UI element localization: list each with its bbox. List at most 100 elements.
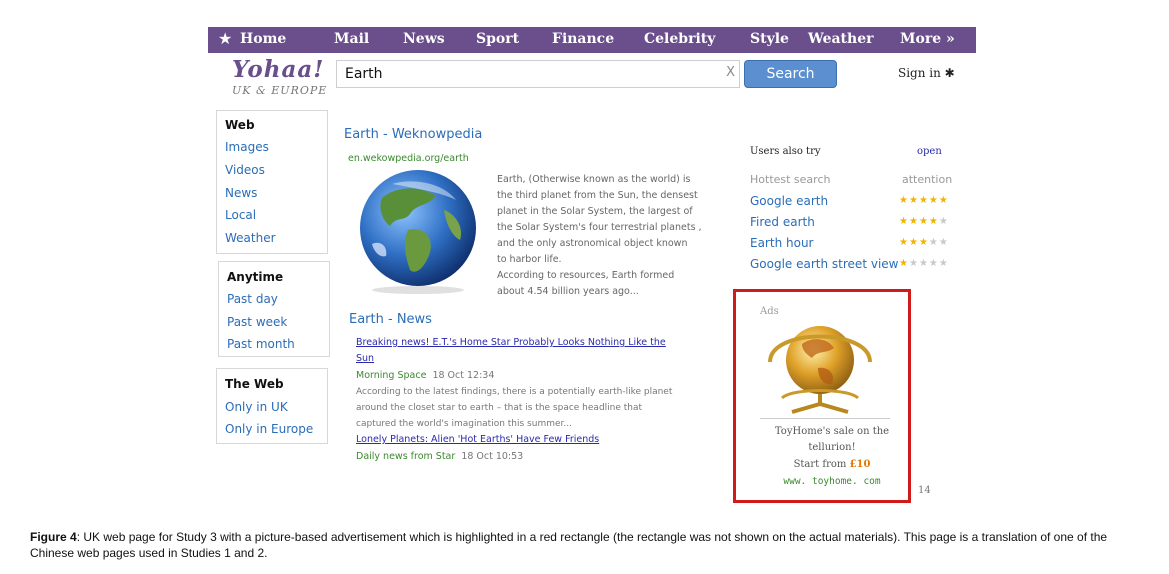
home-star-icon[interactable]: ★ [218,29,232,48]
snippet-line: and the only astronomical object known [497,238,688,249]
earth-globe-image [360,170,476,294]
star-empty-icon: ★ [928,258,939,269]
star-empty-icon: ★ [908,258,919,269]
figure-caption: Figure 4: UK web page for Study 3 with a… [30,529,1150,561]
ad-price-line: Start from £10 [757,459,907,470]
top-nav-bar: ★ Home Mail News Sport Finance Celebrity… [208,27,976,53]
nav-mail[interactable]: Mail [334,31,369,47]
snippet-line: about 4.54 billion years ago... [497,286,639,297]
ad-divider [760,418,890,419]
news-snippet-line: According to the latest findings, there … [356,387,673,397]
news-date: 18 Oct 12:34 [432,370,495,381]
news-source-daily-star: Daily news from Star 18 Oct 10:53 [356,451,523,462]
result-type-panel: Web Images Videos News Local Weather [216,110,328,254]
related-google-earth[interactable]: Google earth [750,194,828,208]
result-snippet: Earth, (Otherwise known as the world) is… [497,172,719,300]
ad-price: £10 [849,459,871,470]
star-filled-icon: ★ [899,216,909,227]
snippet-line: to harbor life. [497,254,562,265]
star-filled-icon: ★ [918,195,929,206]
rating-stars: ★★★★★ [899,216,949,227]
star-filled-icon: ★ [918,216,929,227]
page-number: 14 [918,485,931,496]
nav-celebrity[interactable]: Celebrity [644,31,715,47]
filter-only-uk[interactable]: Only in UK [225,400,288,414]
tellurion-globe-image[interactable] [752,318,888,418]
filter-past-month[interactable]: Past month [227,337,295,351]
result-title-earth-news[interactable]: Earth - News [349,312,432,327]
users-also-try-head: Users also try [750,146,821,157]
news-link-line[interactable]: Sun [356,351,696,367]
star-empty-icon: ★ [928,237,939,248]
figure-caption-text: : UK web page for Study 3 with a picture… [30,530,1108,560]
nav-finance[interactable]: Finance [552,31,614,47]
ad-url[interactable]: www. toyhome. com [757,476,907,487]
result-url: en.wekowpedia.org/earth [348,153,469,164]
star-filled-icon: ★ [899,258,909,269]
snippet-line: the third planet from the Sun, the dense… [497,190,698,201]
scope-filter-panel: The Web Only in UK Only in Europe [216,368,328,444]
filter-past-day[interactable]: Past day [227,292,278,306]
related-google-earth-street-view[interactable]: Google earth street view [750,257,898,271]
news-snippet: According to the latest findings, there … [356,384,706,432]
filter-anytime[interactable]: Anytime [227,270,283,284]
filter-the-web[interactable]: The Web [225,377,284,391]
filter-videos[interactable]: Videos [225,163,265,177]
ad-headline-cont[interactable]: tellurion! [757,442,907,453]
clear-search-icon[interactable]: X [726,65,735,80]
news-link-lonely-planets[interactable]: Lonely Planets: Alien 'Hot Earths' Have … [356,432,599,448]
filter-local[interactable]: Local [225,208,256,222]
nav-style[interactable]: Style [750,31,789,47]
star-filled-icon: ★ [938,195,949,206]
star-filled-icon: ★ [899,195,909,206]
sign-in-link[interactable]: Sign in ✱ [898,66,955,80]
site-logo[interactable]: Yohaa! [232,56,324,83]
news-snippet-line: captured the world's imagination this su… [356,419,572,429]
star-filled-icon: ★ [928,195,939,206]
filter-images[interactable]: Images [225,140,269,154]
search-button[interactable]: Search [744,60,837,88]
star-empty-icon: ★ [938,258,949,269]
filter-weather[interactable]: Weather [225,231,276,245]
star-filled-icon: ★ [918,237,929,248]
time-filter-panel: Anytime Past day Past week Past month [218,261,330,357]
ad-price-prefix: Start from [793,459,850,470]
news-date: 18 Oct 10:53 [461,451,524,462]
result-title-weknowpedia[interactable]: Earth - Weknowpedia [344,127,482,142]
news-link-et-home-star[interactable]: Breaking news! E.T.'s Home Star Probably… [356,335,696,367]
snippet-line: Earth, (Otherwise known as the world) is [497,174,691,185]
news-snippet-line: around the closet star to earth – that i… [356,403,643,413]
search-input[interactable] [345,64,715,84]
filter-web-head[interactable]: Web [225,118,255,132]
news-link-line[interactable]: Breaking news! E.T.'s Home Star Probably… [356,335,696,351]
ads-label: Ads [760,306,779,317]
nav-sport[interactable]: Sport [476,31,519,47]
rating-stars: ★★★★★ [899,237,949,248]
star-filled-icon: ★ [908,195,919,206]
nav-news[interactable]: News [403,31,445,47]
star-empty-icon: ★ [938,237,949,248]
filter-news[interactable]: News [225,186,257,200]
open-link[interactable]: open [917,146,942,157]
figure-label: Figure 4 [30,530,77,544]
rating-stars: ★★★★★ [899,258,949,269]
logo-region: UK & EUROPE [232,84,328,97]
ad-headline[interactable]: ToyHome's sale on the [757,426,907,437]
star-empty-icon: ★ [938,216,949,227]
related-earth-hour[interactable]: Earth hour [750,236,813,250]
nav-more[interactable]: More » [900,31,955,47]
snippet-line: planet in the Solar System, the largest … [497,206,693,217]
filter-only-europe[interactable]: Only in Europe [225,422,313,436]
star-filled-icon: ★ [899,237,909,248]
nav-weather[interactable]: Weather [808,31,874,47]
news-source-name: Daily news from Star [356,451,456,462]
star-filled-icon: ★ [928,216,939,227]
related-fired-earth[interactable]: Fired earth [750,215,815,229]
news-source-morning-space: Morning Space 18 Oct 12:34 [356,370,494,381]
nav-home[interactable]: Home [240,31,286,47]
snippet-line: According to resources, Earth formed [497,270,675,281]
attention-head: attention [902,173,953,186]
filter-past-week[interactable]: Past week [227,315,287,329]
news-source-name: Morning Space [356,370,427,381]
snippet-line: the Solar System's four terrestrial plan… [497,222,702,233]
